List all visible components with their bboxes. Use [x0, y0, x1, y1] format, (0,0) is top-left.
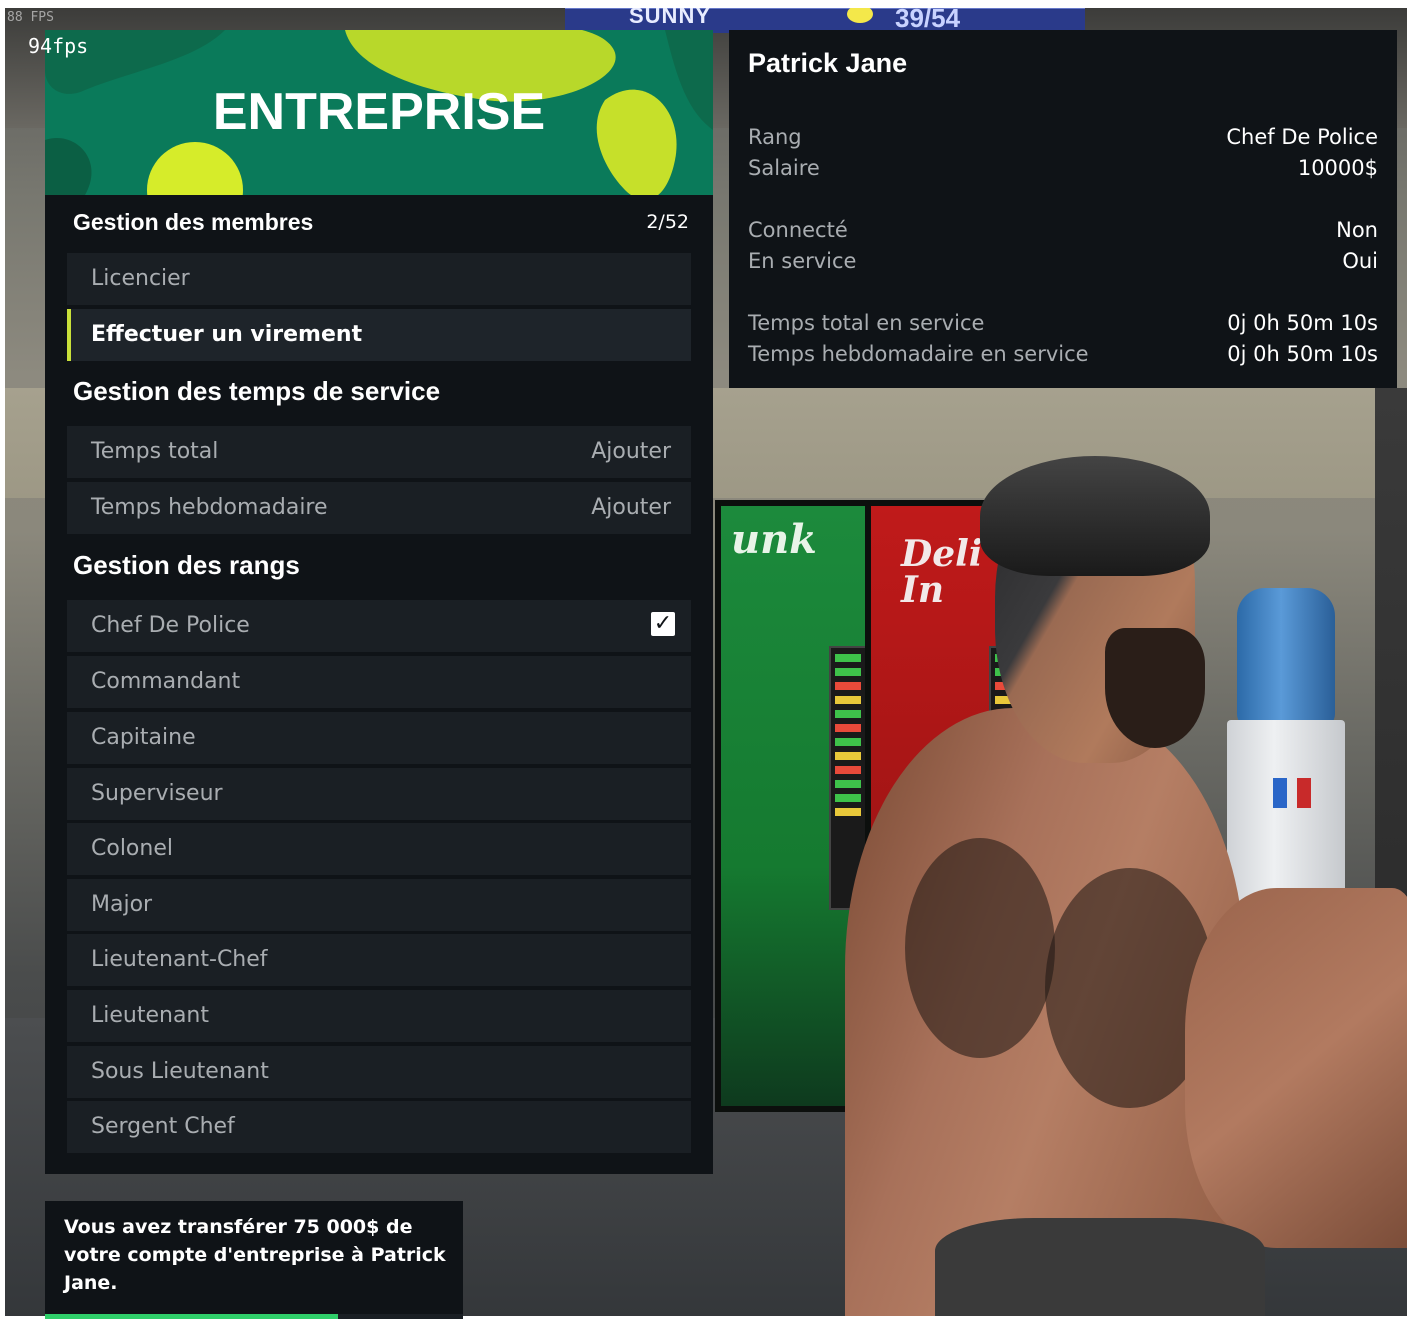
info-value: 10000$	[1297, 156, 1378, 180]
fps-counter: 94fps	[28, 34, 89, 58]
members-section-label: Gestion des membres	[73, 209, 314, 235]
member-info-panel: Patrick Jane Rang Chef De Police Salaire…	[729, 30, 1397, 388]
rank-label: Lieutenant	[91, 1003, 210, 1028]
rank-label: Lieutenant-Chef	[91, 947, 268, 972]
menu-item-effectuer-virement[interactable]: Effectuer un virement	[67, 309, 691, 361]
add-action-label: Ajouter	[591, 439, 671, 464]
info-row-salaire: Salaire 10000$	[748, 156, 1378, 186]
info-value: Chef De Police	[1226, 125, 1378, 149]
rank-label: Superviseur	[91, 781, 223, 806]
rank-item-colonel[interactable]: Colonel	[67, 823, 691, 875]
menu-item-label: Effectuer un virement	[91, 322, 363, 347]
character-arm	[1185, 888, 1407, 1248]
info-value: Non	[1336, 218, 1378, 242]
notification-message: Vous avez transférer 75 000$ de votre co…	[64, 1216, 446, 1294]
info-key: Connecté	[748, 218, 848, 242]
cold-tap	[1273, 778, 1287, 808]
info-row-en-service: En service Oui	[748, 249, 1378, 279]
info-key: Salaire	[748, 156, 820, 180]
info-value: 0j 0h 50m 10s	[1227, 311, 1378, 335]
character-beard	[1105, 628, 1205, 748]
rank-item-lieutenant-chef[interactable]: Lieutenant-Chef	[67, 934, 691, 986]
time-section-header: Gestion des temps de service	[45, 364, 713, 426]
notification-timer-track	[45, 1314, 463, 1319]
info-key: En service	[748, 249, 857, 273]
transfer-notification: Vous avez transférer 75 000$ de votre co…	[45, 1201, 463, 1319]
back-tattoo	[905, 838, 1055, 1058]
info-row-rang: Rang Chef De Police	[748, 125, 1378, 155]
menu-item-label: Temps hebdomadaire	[91, 495, 328, 520]
rank-label: Major	[91, 892, 153, 917]
character-hair	[980, 456, 1210, 576]
ranks-section-header: Gestion des rangs	[45, 536, 713, 600]
active-indicator	[67, 309, 71, 361]
rank-item-commandant[interactable]: Commandant	[67, 656, 691, 708]
sign-text: SUNNY	[629, 8, 712, 28]
rank-label: Capitaine	[91, 725, 196, 750]
info-value: Oui	[1342, 249, 1378, 273]
rank-item-lieutenant[interactable]: Lieutenant	[67, 990, 691, 1042]
add-action-label: Ajouter	[591, 495, 671, 520]
info-value: 0j 0h 50m 10s	[1227, 342, 1378, 366]
rank-item-chef-de-police[interactable]: Chef De Police ✓	[67, 600, 691, 652]
members-count: 2/52	[646, 211, 689, 233]
menu-title: ENTREPRISE	[212, 83, 546, 141]
character-pants	[935, 1218, 1265, 1316]
hot-tap	[1297, 778, 1311, 808]
member-name: Patrick Jane	[748, 48, 908, 78]
info-row-temps-total: Temps total en service 0j 0h 50m 10s	[748, 311, 1378, 341]
rank-label: Commandant	[91, 669, 241, 694]
rank-label: Sous Lieutenant	[91, 1059, 269, 1084]
info-row-temps-hebdomadaire: Temps hebdomadaire en service 0j 0h 50m …	[748, 342, 1378, 372]
time-section-label: Gestion des temps de service	[73, 376, 441, 406]
info-key: Rang	[748, 125, 802, 149]
rank-item-sergent-chef[interactable]: Sergent Chef	[67, 1101, 691, 1153]
water-jug	[1237, 588, 1335, 728]
menu-item-label: Temps total	[91, 439, 219, 464]
rank-item-major[interactable]: Major	[67, 879, 691, 931]
menu-item-label: Licencier	[91, 266, 190, 291]
members-section-header: Gestion des membres 2/52	[45, 195, 713, 253]
machine-logo: unk	[731, 516, 817, 563]
info-key: Temps hebdomadaire en service	[748, 342, 1089, 366]
menu-item-temps-total[interactable]: Temps total Ajouter	[67, 426, 691, 478]
menu-header-banner: ENTREPRISE	[45, 30, 713, 195]
info-key: Temps total en service	[748, 311, 985, 335]
info-row-connecte: Connecté Non	[748, 218, 1378, 248]
rank-label: Colonel	[91, 836, 173, 861]
notification-timer-fill	[45, 1314, 338, 1319]
rank-label: Sergent Chef	[91, 1114, 235, 1139]
checkbox-checked-icon[interactable]: ✓	[651, 612, 675, 636]
fps-counter-top: 88 FPS	[7, 10, 54, 25]
rank-label: Chef De Police	[91, 613, 250, 638]
sun-icon	[847, 8, 873, 23]
ranks-section-label: Gestion des rangs	[73, 550, 300, 580]
rank-item-sous-lieutenant[interactable]: Sous Lieutenant	[67, 1046, 691, 1098]
rank-item-superviseur[interactable]: Superviseur	[67, 768, 691, 820]
menu-item-temps-hebdomadaire[interactable]: Temps hebdomadaire Ajouter	[67, 482, 691, 534]
entreprise-menu: ENTREPRISE Gestion des membres 2/52 Lice…	[45, 30, 713, 1174]
menu-item-licencier[interactable]: Licencier	[67, 253, 691, 305]
rank-item-capitaine[interactable]: Capitaine	[67, 712, 691, 764]
